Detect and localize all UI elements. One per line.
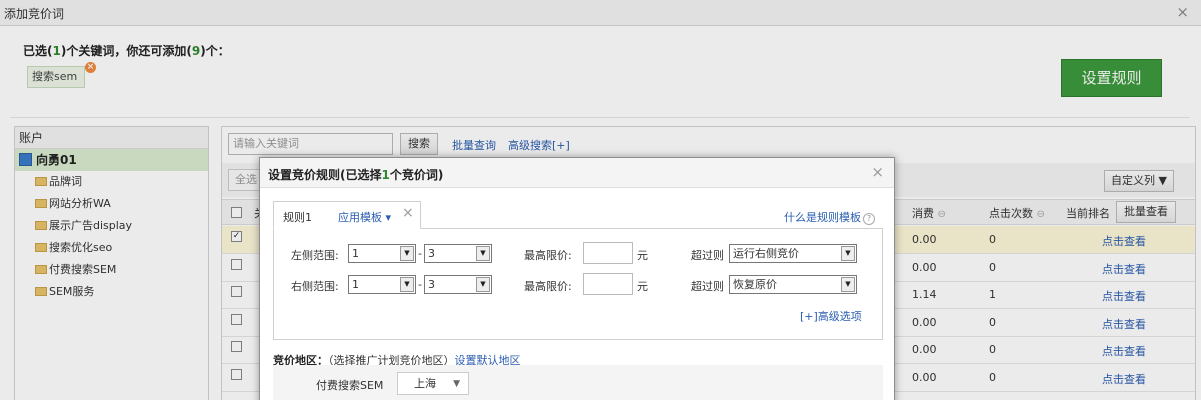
dropdown-arrow-icon: ▼ xyxy=(476,277,490,292)
right-range-label: 右侧范围: xyxy=(291,280,339,293)
right-range-from-select[interactable]: 1 ▼ xyxy=(348,275,416,294)
currency-unit: 元 xyxy=(637,280,648,293)
max-price-label: 最高限价: xyxy=(524,249,572,262)
advanced-options-link[interactable]: [+]高级选项 xyxy=(800,308,862,324)
what-is-template-link[interactable]: 什么是规则模板? xyxy=(784,209,875,225)
max-price-label: 最高限价: xyxy=(524,280,572,293)
modal-close-icon[interactable]: × xyxy=(871,163,884,181)
left-range-to-select[interactable]: 3 ▼ xyxy=(424,244,492,263)
region-plan-label: 付费搜索SEM xyxy=(316,379,384,392)
modal-header: 设置竞价规则(已选择1个竞价词) × xyxy=(260,158,894,188)
dropdown-arrow-icon: ▼ xyxy=(841,277,855,292)
chevron-down-icon: ▼ xyxy=(453,379,460,389)
region-row: 付费搜索SEM 上海 ▼ xyxy=(273,365,883,400)
currency-unit: 元 xyxy=(637,249,648,262)
tab-close-icon[interactable]: × xyxy=(402,205,414,221)
exceed-label: 超过则 xyxy=(691,249,724,262)
right-range-to-select[interactable]: 3 ▼ xyxy=(424,275,492,294)
dropdown-arrow-icon: ▼ xyxy=(476,246,490,261)
tab-label: 规则1 xyxy=(283,211,312,224)
right-exceed-action-select[interactable]: 恢复原价 ▼ xyxy=(729,275,857,294)
left-exceed-action-select[interactable]: 运行右侧竞价 ▼ xyxy=(729,244,857,263)
dropdown-arrow-icon: ▼ xyxy=(400,246,414,261)
apply-template-dropdown[interactable]: 应用模板 ▾ xyxy=(338,209,391,225)
left-max-price-input[interactable] xyxy=(583,242,633,264)
help-icon: ? xyxy=(863,213,875,225)
dropdown-arrow-icon: ▼ xyxy=(841,246,855,261)
dropdown-arrow-icon: ▼ xyxy=(400,277,414,292)
right-max-price-input[interactable] xyxy=(583,273,633,295)
left-range-label: 左侧范围: xyxy=(291,249,339,262)
region-select[interactable]: 上海 ▼ xyxy=(397,372,469,395)
exceed-label: 超过则 xyxy=(691,280,724,293)
left-range-from-select[interactable]: 1 ▼ xyxy=(348,244,416,263)
tab-rule-1[interactable]: 规则1 应用模板 ▾ × xyxy=(273,201,421,229)
modal-title: 设置竞价规则(已选择1个竞价词) xyxy=(268,168,444,182)
bid-rule-modal: 设置竞价规则(已选择1个竞价词) × 规则1 应用模板 ▾ × 什么是规则模板?… xyxy=(259,157,895,400)
